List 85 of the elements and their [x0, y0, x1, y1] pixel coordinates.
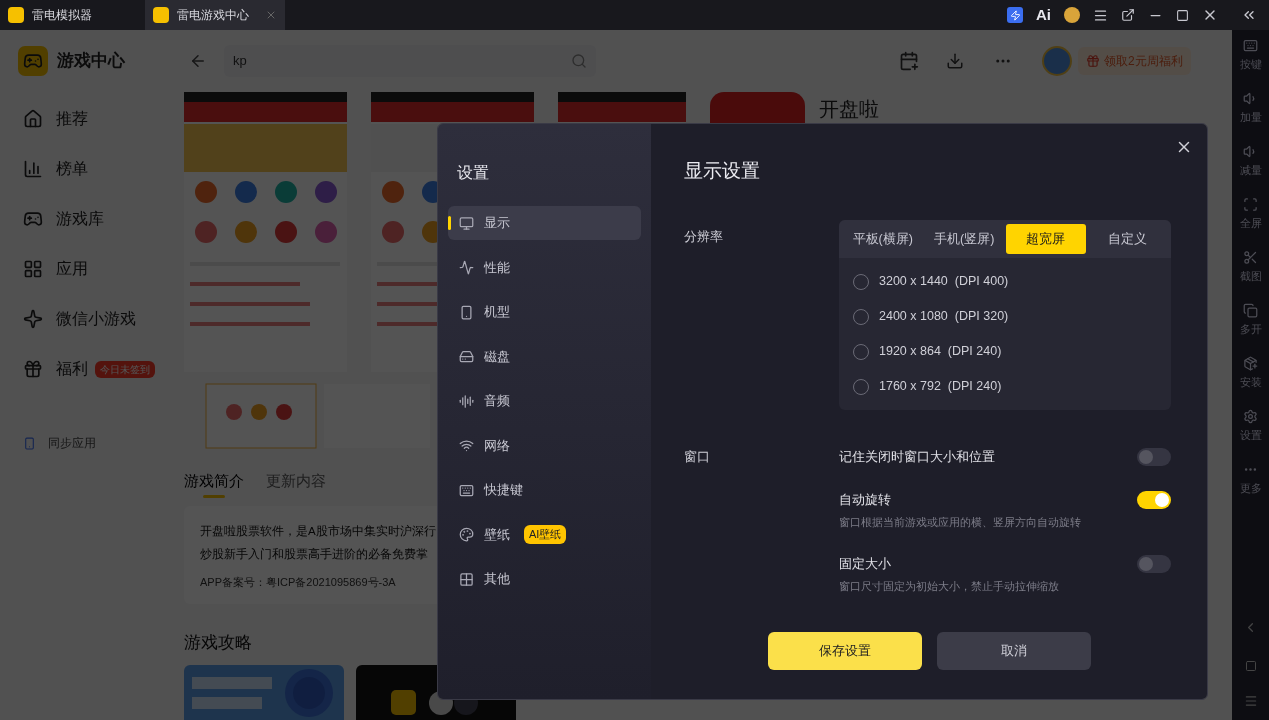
toggle-label: 固定大小	[839, 554, 891, 573]
option-label: 2400 x 1080 (DPI 320)	[879, 308, 1009, 326]
toggle-description: 窗口尺寸固定为初始大小，禁止手动拉伸缩放	[839, 578, 1060, 594]
gamepad-logo-icon	[18, 46, 48, 76]
tab[interactable]: 游戏简介	[184, 470, 244, 498]
install-icon	[1243, 356, 1258, 371]
gift-icon	[23, 359, 43, 379]
grid-icon	[459, 571, 474, 587]
lightning-icon[interactable]	[1007, 7, 1023, 23]
cancel-button[interactable]: 取消	[936, 632, 1091, 670]
sparkle-icon	[23, 309, 43, 329]
house-icon	[23, 109, 43, 129]
monitor-icon	[459, 215, 474, 231]
ai-logo[interactable]: Ai	[1036, 3, 1051, 27]
option-label: 1920 x 864 (DPI 240)	[879, 343, 1002, 361]
window-tab[interactable]: 雷电模拟器	[0, 0, 143, 30]
settings-nav-item[interactable]: 其他	[448, 562, 641, 596]
segment-tab[interactable]: 手机(竖屏)	[924, 224, 1004, 254]
settings-nav-item[interactable]: 壁纸 AI壁纸	[448, 517, 641, 552]
sidebar-item[interactable]: 游戏库	[0, 194, 165, 244]
windows-icon	[1243, 303, 1258, 318]
settings-icon	[1243, 409, 1258, 424]
keyboard-icon	[1243, 38, 1258, 53]
sidebar-item[interactable]: 推荐	[0, 94, 165, 144]
segment-tab[interactable]: 超宽屏	[1006, 224, 1086, 254]
bar-chart-icon	[23, 159, 43, 179]
toggle-switch[interactable]	[1137, 448, 1171, 466]
toolbar-button[interactable]: 更多	[1239, 462, 1262, 515]
calendar-icon[interactable]	[899, 51, 919, 71]
sidebar-item[interactable]: 榜单	[0, 144, 165, 194]
sidebar-item[interactable]: 微信小游戏	[0, 294, 165, 344]
home-icon[interactable]	[1244, 660, 1257, 672]
segment-tab[interactable]: 平板(横屏)	[843, 224, 923, 254]
toggle-switch[interactable]	[1137, 554, 1171, 573]
field-label: 分辨率	[684, 228, 724, 246]
search-icon[interactable]	[571, 53, 587, 69]
download-icon[interactable]	[946, 52, 964, 70]
description-text: 炒股新手入门和股票高手进阶的必备免费掌	[200, 546, 428, 562]
settings-nav-item[interactable]: 磁盘	[448, 339, 641, 374]
toggle-description: 窗口根据当前游戏或应用的横、竖屏方向自动旋转	[839, 515, 1082, 530]
option-label: 1760 x 792 (DPI 240)	[879, 378, 1002, 396]
window-icon[interactable]	[1121, 8, 1135, 22]
gift-icon	[1086, 54, 1100, 68]
toolbar-button[interactable]: 设置	[1239, 409, 1262, 462]
dialog-title: 设置	[457, 163, 490, 183]
phone-icon	[23, 435, 36, 451]
wifi-icon	[459, 438, 474, 453]
toggle-label: 自动旋转	[839, 491, 891, 510]
app-logo-icon	[8, 7, 24, 23]
app-title: 游戏中心	[57, 50, 125, 73]
pulse-icon	[459, 260, 474, 275]
toolbar-button[interactable]: 截图	[1239, 250, 1262, 303]
phone-icon	[459, 304, 474, 320]
option-label: 3200 x 1440 (DPI 400)	[879, 273, 1009, 291]
app-name: 开盘啦	[819, 97, 879, 122]
save-button[interactable]: 保存设置	[767, 632, 922, 670]
maximize-icon[interactable]	[1176, 8, 1189, 22]
window-tab[interactable]: 雷电游戏中心	[145, 0, 285, 30]
sidebar-item[interactable]: 应用	[0, 244, 165, 294]
grid-icon	[23, 259, 43, 279]
description-text: 开盘啦股票软件，是A股市场中集实时沪深行	[200, 523, 436, 539]
toggle-switch[interactable]	[1137, 491, 1171, 509]
segment-tab[interactable]: 自定义	[1087, 224, 1167, 254]
toolbar-button[interactable]: 全屏	[1239, 197, 1262, 250]
section-heading: 显示设置	[684, 159, 761, 183]
scissors-icon	[1243, 250, 1258, 265]
settings-nav-item[interactable]: 性能	[448, 250, 641, 285]
palette-icon	[459, 527, 474, 542]
menu-icon[interactable]	[1093, 7, 1108, 23]
settings-nav-item[interactable]: 机型	[448, 295, 641, 329]
badge: AI壁纸	[524, 525, 567, 544]
settings-nav-item[interactable]: 音频	[448, 384, 641, 418]
app-logo-icon	[153, 7, 169, 23]
audio-icon	[459, 393, 474, 409]
toggle-label: 记住关闭时窗口大小和位置	[839, 448, 995, 467]
settings-nav-item[interactable]: 快捷键	[448, 473, 641, 507]
settings-nav-item[interactable]: 网络	[448, 428, 641, 463]
field-label: 窗口	[684, 448, 711, 466]
avatar-icon[interactable]	[1064, 7, 1080, 23]
toolbar-button[interactable]: 安装	[1239, 356, 1262, 409]
gamepad-icon	[23, 209, 43, 229]
keyboard-icon	[459, 482, 474, 498]
fullscreen-icon	[1243, 197, 1258, 212]
section-title: 游戏攻略	[184, 631, 252, 654]
settings-nav-item[interactable]: 显示	[448, 206, 641, 240]
